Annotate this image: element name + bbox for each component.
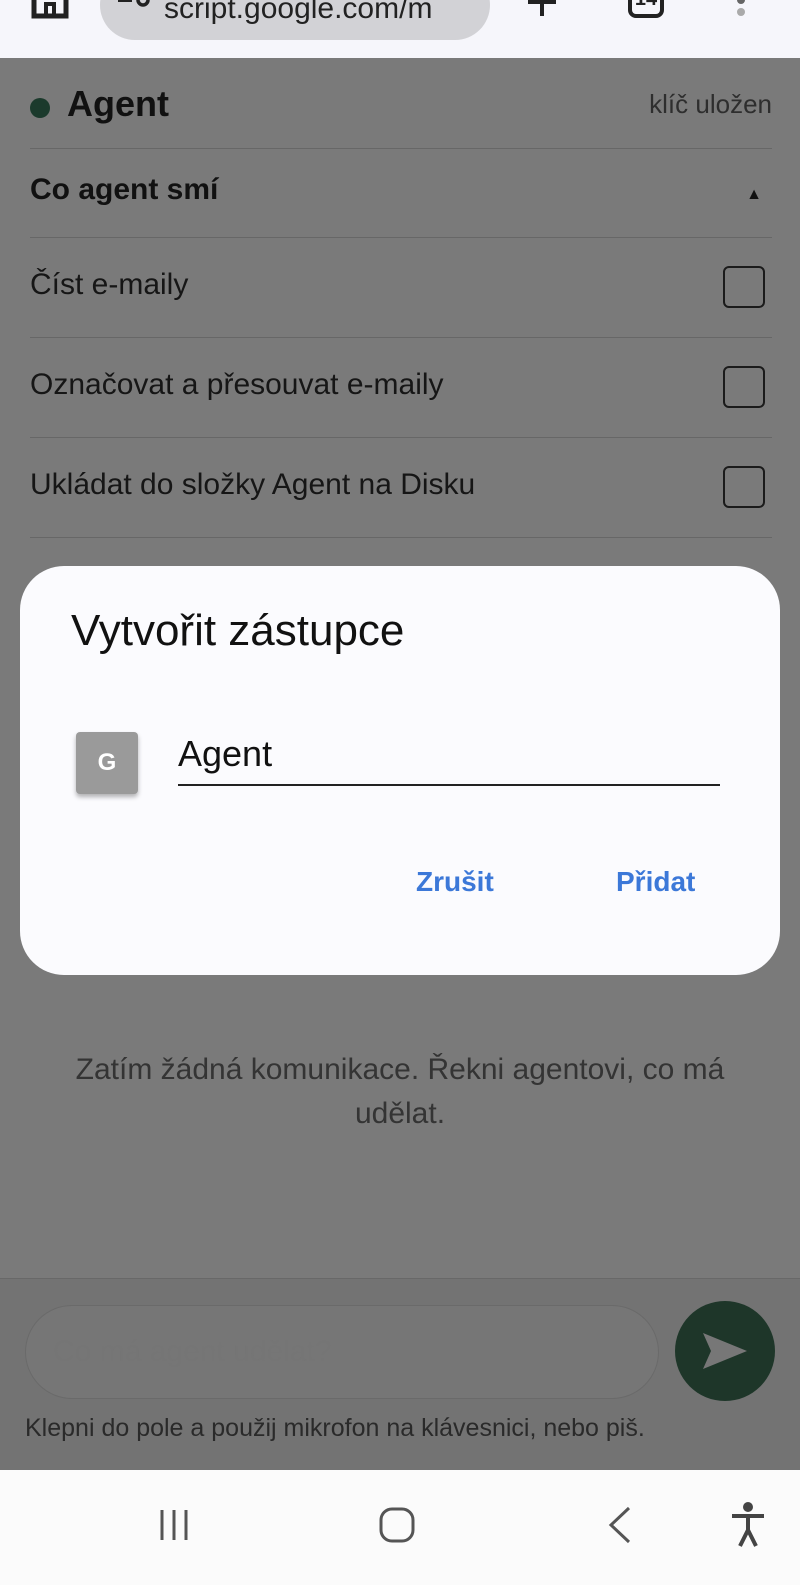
permission-checkbox[interactable] [723, 266, 765, 308]
key-status: klíč uložen [649, 89, 772, 119]
send-button[interactable] [675, 1301, 775, 1401]
system-nav-bar [0, 1470, 800, 1585]
accessibility-icon[interactable] [718, 1500, 778, 1550]
cancel-button[interactable]: Zrušit [416, 866, 494, 898]
url-bar[interactable]: script.google.com/m [100, 0, 490, 40]
send-icon [703, 1333, 747, 1369]
plus-icon[interactable] [524, 0, 560, 18]
app-header: Agent klíč uložen [30, 83, 772, 149]
message-input[interactable] [25, 1305, 659, 1399]
app-title: Agent [67, 83, 169, 124]
permission-checkbox[interactable] [723, 366, 765, 408]
home-icon[interactable] [370, 1500, 430, 1550]
divider [30, 148, 772, 149]
shortcut-app-icon: G [76, 732, 138, 794]
tab-switcher-icon[interactable]: 14 [628, 0, 664, 18]
dialog-title: Vytvořit zástupce [71, 606, 405, 655]
tab-count: 14 [635, 0, 657, 10]
shortcut-name-input[interactable] [178, 724, 720, 786]
recent-apps-icon[interactable] [150, 1500, 210, 1550]
composer: Klepni do pole a použij mikrofon na kláv… [0, 1278, 800, 1471]
status-dot [30, 98, 50, 118]
permission-label: Ukládat do složky Agent na Disku [30, 468, 476, 501]
add-button[interactable]: Přidat [616, 866, 695, 898]
input-hint: Klepni do pole a použij mikrofon na kláv… [25, 1414, 645, 1442]
more-vert-icon[interactable] [735, 0, 747, 18]
permission-label: Označovat a přesouvat e-maily [30, 368, 444, 401]
divider [30, 537, 772, 538]
permission-row-label-move-emails: Označovat a přesouvat e-maily [30, 338, 772, 438]
create-shortcut-dialog: Vytvořit zástupce G Zrušit Přidat [20, 566, 780, 975]
permission-label: Číst e-maily [30, 268, 189, 301]
browser-toolbar: script.google.com/m 14 [0, 0, 800, 58]
permission-row-read-emails: Číst e-maily [30, 238, 772, 338]
empty-chat-message: Zatím žádná komunikace. Řekni agentovi, … [75, 1053, 725, 1130]
collapse-triangle-icon[interactable]: ▲ [746, 186, 762, 204]
home-icon[interactable] [30, 0, 70, 22]
tune-icon[interactable] [116, 0, 152, 8]
permission-checkbox[interactable] [723, 466, 765, 508]
back-icon[interactable] [595, 1500, 655, 1550]
url-text: script.google.com/m [164, 0, 433, 25]
permissions-title[interactable]: Co agent smí [30, 173, 218, 207]
permission-row-save-drive: Ukládat do složky Agent na Disku [30, 438, 772, 538]
